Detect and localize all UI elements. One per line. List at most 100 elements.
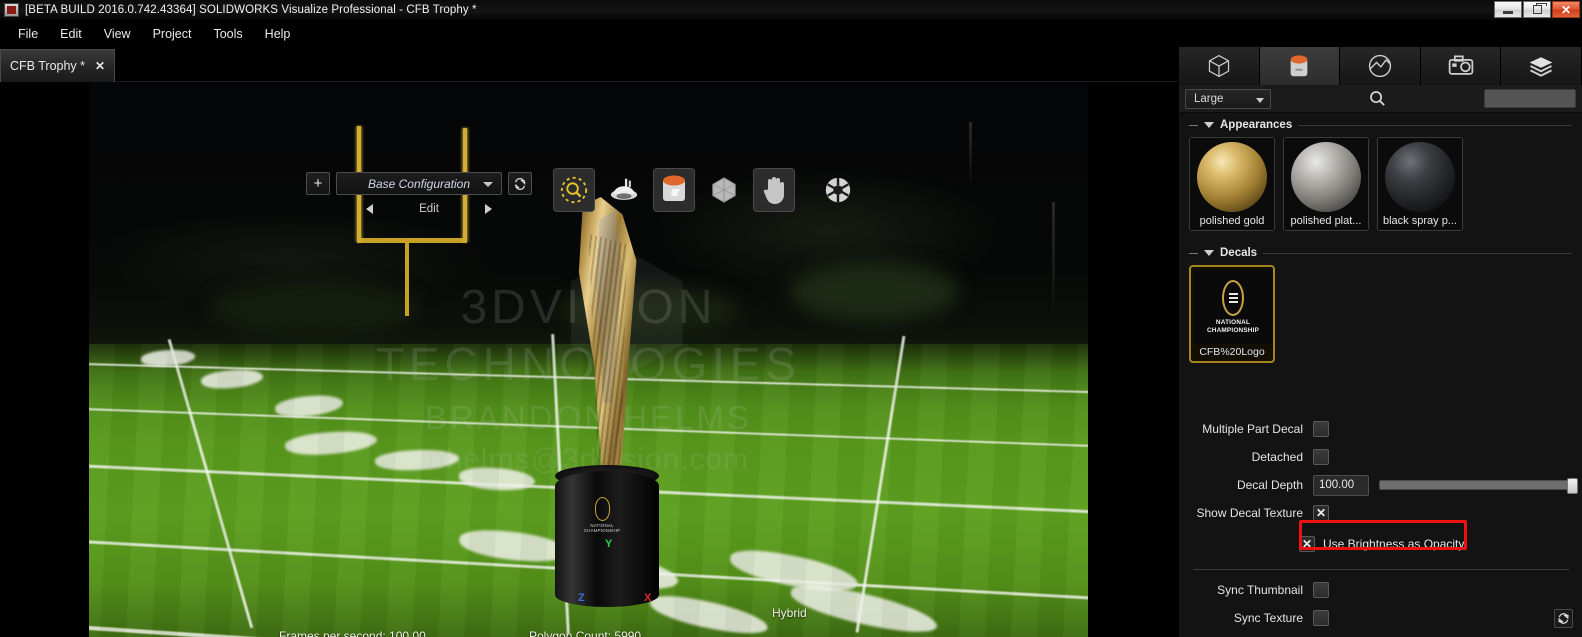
project-tab-label: CFB Trophy * — [10, 59, 86, 73]
environment-tool-button[interactable] — [603, 168, 645, 212]
axis-label-y: Y — [605, 538, 613, 550]
environment-dome-icon — [610, 178, 638, 200]
project-tab-cfb-trophy[interactable]: CFB Trophy * ✕ — [0, 49, 116, 82]
add-configuration-button[interactable]: + — [306, 172, 330, 195]
detached-checkbox[interactable] — [1313, 449, 1329, 465]
menu-item-edit[interactable]: Edit — [50, 23, 92, 45]
property-row-show-decal-texture: Show Decal Texture ✕ — [1179, 499, 1582, 527]
property-row-decal-depth: Decal Depth 100.00 — [1179, 471, 1582, 499]
application-window: [BETA BUILD 2016.0.742.43364] SOLIDWORKS… — [0, 0, 1582, 637]
solidworks-visualize-icon — [4, 3, 19, 17]
appearance-label: polished gold — [1199, 215, 1265, 227]
menu-item-help[interactable]: Help — [255, 23, 301, 45]
panel-tab-models[interactable] — [1179, 47, 1260, 85]
property-row-sync-texture: Sync Texture — [1179, 604, 1582, 632]
appearance-tool-button[interactable] — [653, 168, 695, 212]
next-arrow-icon[interactable] — [484, 204, 492, 214]
panel-tab-cameras[interactable] — [1420, 47, 1502, 85]
minimize-button[interactable] — [1494, 1, 1522, 18]
chevron-down-icon[interactable] — [1204, 122, 1214, 128]
cube-icon — [1208, 54, 1229, 78]
appearance-label: black spray p... — [1383, 215, 1457, 227]
chevron-down-icon — [1256, 97, 1264, 103]
configuration-value: Base Configuration — [367, 176, 471, 191]
panel-tab-bar — [1179, 47, 1582, 85]
decal-depth-slider[interactable] — [1379, 478, 1578, 494]
menu-item-view[interactable]: View — [94, 23, 141, 45]
render-mode-status: Hybrid — [772, 606, 807, 620]
3d-viewport[interactable]: 3DVISION TECHNOLOGIES BRANDON HELMS bhel… — [0, 82, 1178, 637]
chevron-down-icon[interactable] — [1204, 250, 1214, 256]
model-tool-button[interactable] — [703, 168, 745, 212]
search-input[interactable] — [1484, 89, 1576, 108]
section-divider — [1263, 252, 1572, 254]
hand-icon — [763, 177, 784, 204]
property-row-detached: Detached — [1179, 443, 1582, 471]
appearance-item-polished-gold[interactable]: polished gold — [1189, 137, 1275, 231]
paint-can-icon — [1291, 55, 1308, 77]
menu-item-tools[interactable]: Tools — [203, 23, 252, 45]
material-sphere-icon — [1291, 142, 1361, 212]
goal-post — [356, 126, 482, 316]
football-icon — [1222, 280, 1244, 316]
fps-status: Frames per second: 100.00 — [279, 629, 426, 637]
decal-thumbnail: NATIONAL CHAMPIONSHIP — [1194, 270, 1272, 344]
pan-hand-tool-button[interactable] — [753, 168, 795, 212]
show-decal-texture-checkbox[interactable]: ✕ — [1313, 505, 1329, 521]
camera-aperture-tool-button[interactable] — [817, 168, 859, 212]
panel-tab-layers[interactable] — [1501, 47, 1582, 85]
environment-sphere-icon — [1368, 54, 1392, 78]
configuration-dropdown[interactable]: Base Configuration — [336, 172, 502, 195]
decal-depth-input[interactable]: 100.00 — [1313, 474, 1369, 496]
appearance-item-black-spray-paint[interactable]: black spray p... — [1377, 137, 1463, 231]
window-title: [BETA BUILD 2016.0.742.43364] SOLIDWORKS… — [25, 4, 477, 16]
appearance-item-polished-platinum[interactable]: polished plat... — [1283, 137, 1369, 231]
property-row-use-brightness-as-opacity: ✕ Use Brightness as Opacity — [1179, 527, 1582, 561]
menu-item-file[interactable]: File — [8, 23, 48, 45]
panel-tab-appearances[interactable] — [1259, 47, 1341, 85]
detached-label: Detached — [1251, 450, 1303, 464]
sync-thumbnail-checkbox[interactable] — [1313, 582, 1329, 598]
slider-knob[interactable] — [1567, 478, 1578, 494]
panel-tab-scenes[interactable] — [1340, 47, 1421, 85]
decal-thumb-line-1: NATIONAL — [1215, 319, 1251, 326]
search-zoom-icon — [560, 176, 588, 204]
show-decal-texture-label: Show Decal Texture — [1196, 506, 1304, 520]
section-divider — [1298, 124, 1572, 126]
appearances-header-label: Appearances — [1220, 119, 1293, 131]
minimize-icon — [1503, 10, 1513, 14]
restore-icon — [1532, 3, 1547, 14]
appearances-list: polished gold polished plat... black spr… — [1179, 135, 1582, 231]
stack-layers-icon — [1529, 57, 1553, 77]
refresh-configuration-button[interactable] — [508, 172, 532, 195]
decals-list: NATIONAL CHAMPIONSHIP CFB%20Logo — [1179, 263, 1582, 363]
decal-item-cfb-logo[interactable]: NATIONAL CHAMPIONSHIP CFB%20Logo — [1189, 265, 1275, 363]
thumbnail-size-dropdown[interactable]: Large — [1185, 88, 1271, 109]
close-icon: ✕ — [1560, 2, 1572, 17]
edit-label[interactable]: Edit — [419, 203, 439, 215]
search-icon[interactable] — [1369, 90, 1386, 107]
restore-button[interactable] — [1523, 1, 1551, 18]
material-sphere-icon — [1197, 142, 1267, 212]
configuration-edit-row: Edit — [366, 200, 492, 218]
menu-item-project[interactable]: Project — [143, 23, 202, 45]
use-brightness-as-opacity-checkbox[interactable]: ✕ — [1299, 536, 1315, 552]
refresh-icon — [514, 177, 526, 190]
appearances-section-header[interactable]: Appearances — [1179, 113, 1582, 135]
section-dash — [1189, 124, 1198, 126]
football-icon — [594, 497, 610, 521]
title-bar: [BETA BUILD 2016.0.742.43364] SOLIDWORKS… — [0, 0, 1582, 20]
close-button[interactable]: ✕ — [1552, 1, 1580, 18]
prev-arrow-icon[interactable] — [366, 204, 373, 214]
camera-icon — [1448, 55, 1473, 75]
sync-texture-refresh-button[interactable] — [1554, 608, 1573, 628]
multiple-part-decal-checkbox[interactable] — [1313, 421, 1329, 437]
sync-texture-checkbox[interactable] — [1313, 610, 1329, 626]
decals-section-header[interactable]: Decals — [1179, 241, 1582, 263]
thumbnail-size-value: Large — [1194, 92, 1224, 105]
close-icon[interactable]: ✕ — [95, 60, 105, 72]
decal-properties: Multiple Part Decal Detached Decal Depth… — [1179, 415, 1582, 632]
use-brightness-as-opacity-control[interactable]: ✕ Use Brightness as Opacity — [1299, 536, 1464, 552]
project-tab-strip: CFB Trophy * ✕ — [0, 47, 1178, 82]
zoom-search-tool-button[interactable] — [553, 168, 595, 212]
